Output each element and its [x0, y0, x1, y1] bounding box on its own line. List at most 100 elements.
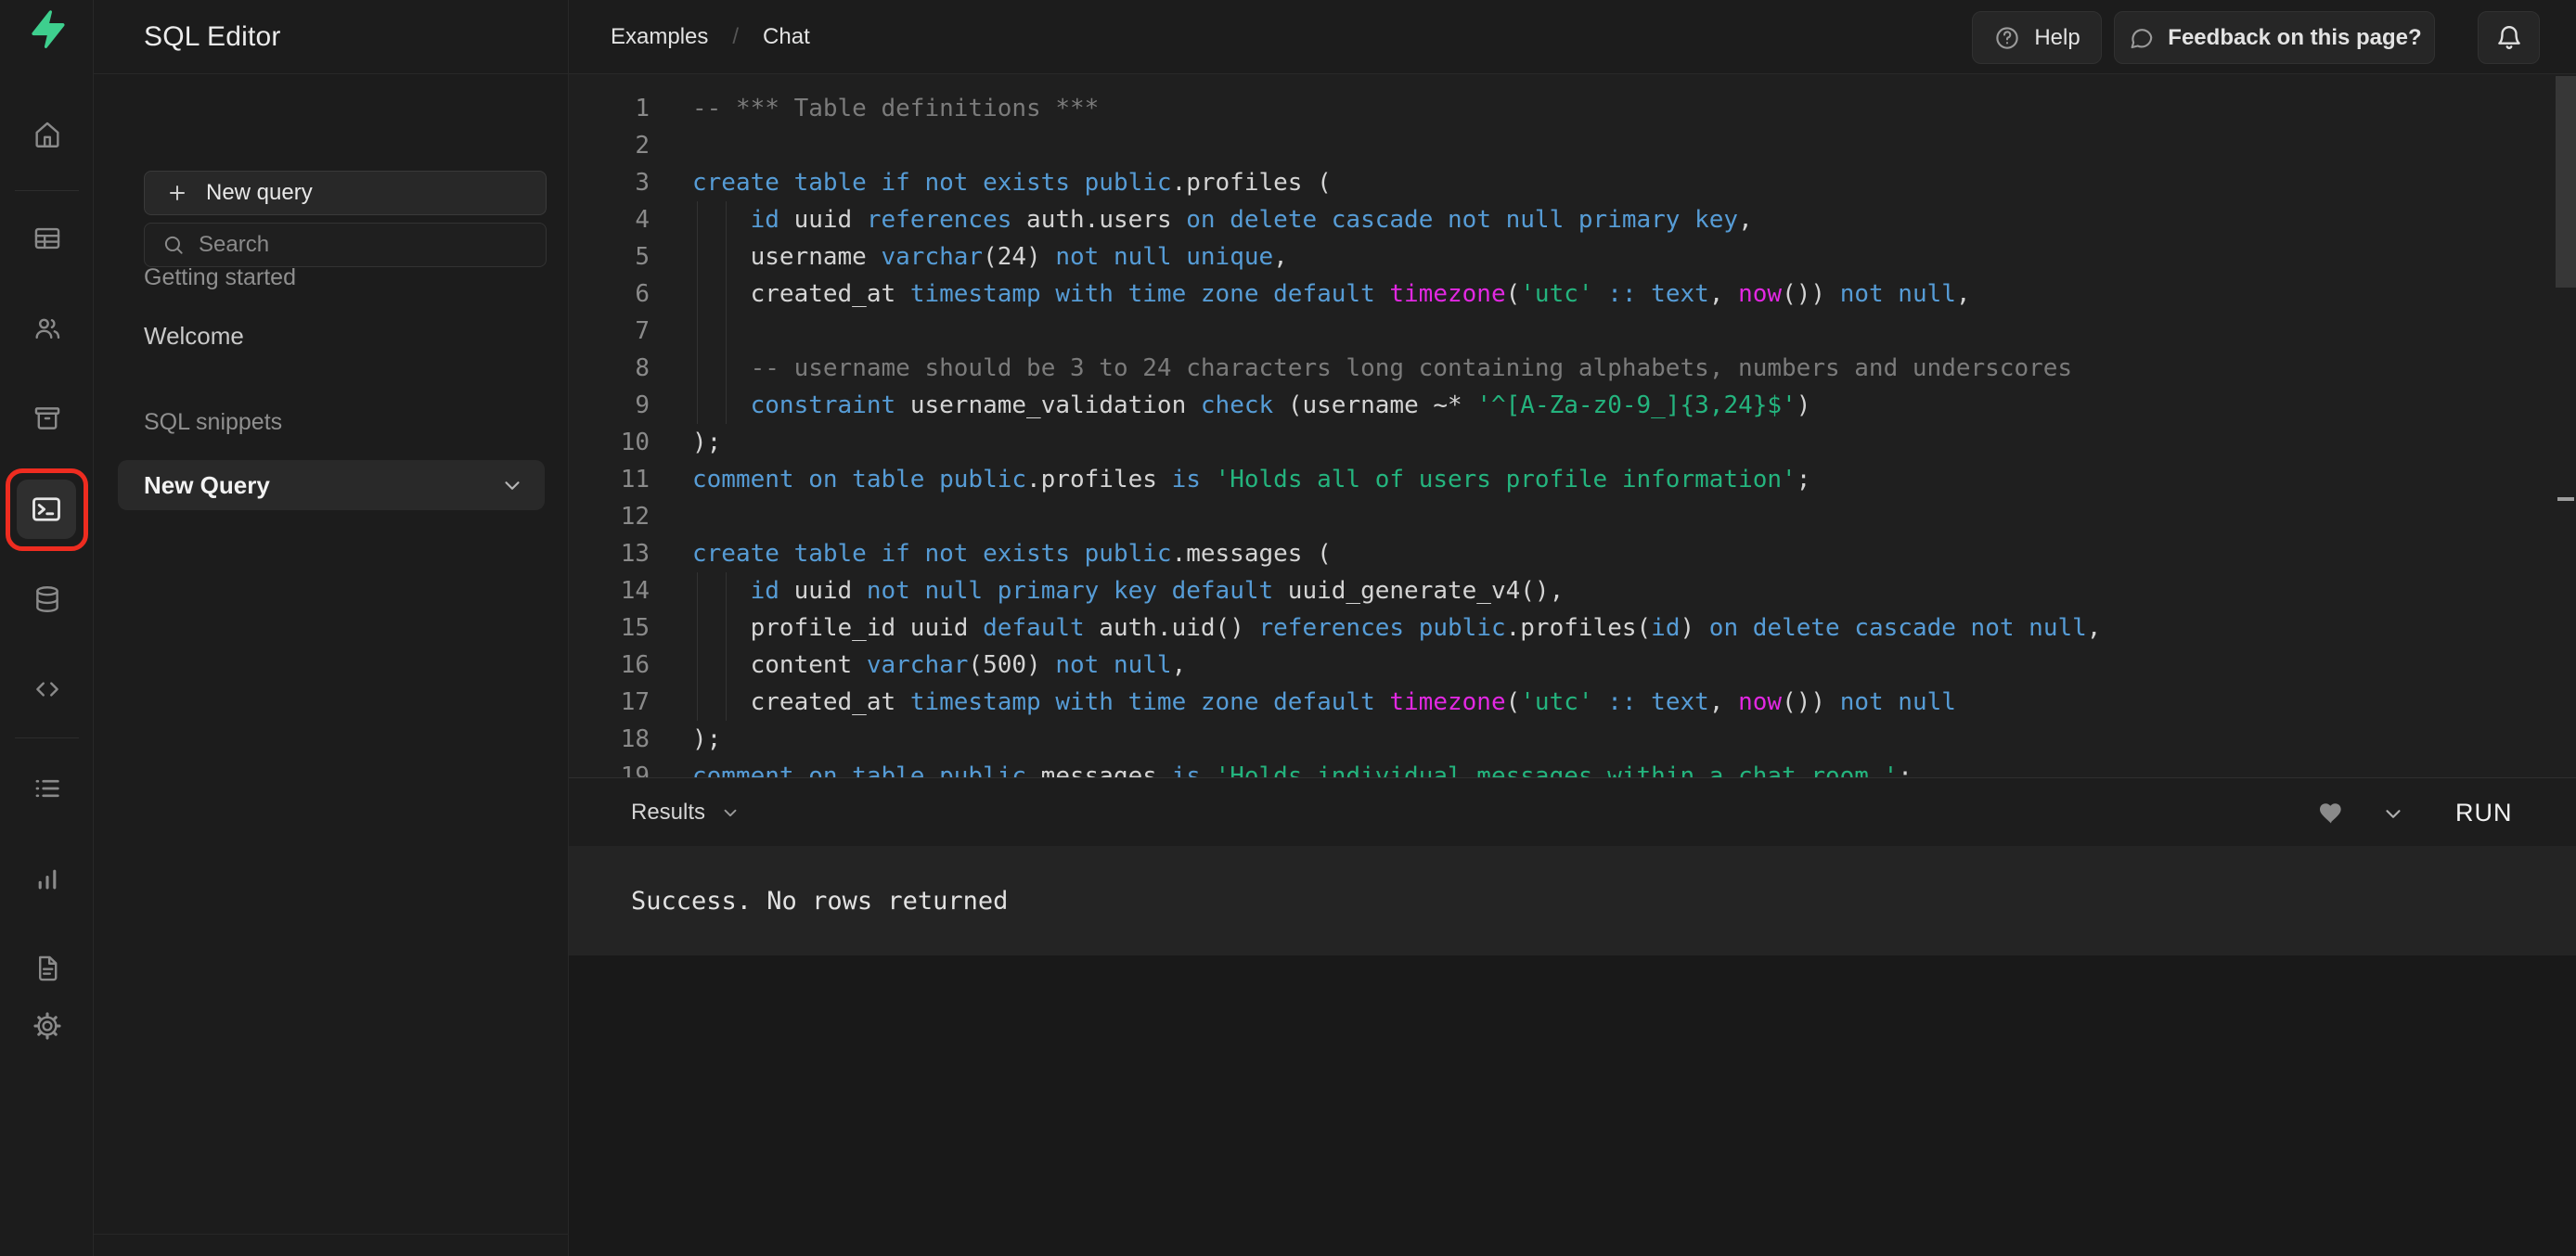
code-line: 9 constraint username_validation check (… — [569, 387, 2576, 424]
sql-editor-sidebar: SQL Editor New query Getting startedWelc… — [94, 0, 569, 1256]
indent-guide — [726, 684, 727, 721]
app-window: SQL Editor New query Getting startedWelc… — [0, 0, 2576, 1256]
indent-guide — [697, 350, 698, 387]
code-line: 3create table if not exists public.profi… — [569, 164, 2576, 201]
line-number: 8 — [569, 350, 650, 387]
chevron-down-icon — [500, 473, 524, 497]
results-tab[interactable]: Results — [631, 778, 741, 847]
line-number: 15 — [569, 609, 650, 647]
help-button[interactable]: Help — [1972, 11, 2102, 64]
main-topbar: Examples / Chat Help Feedback on this pa… — [569, 0, 2576, 74]
code-line: 10); — [569, 424, 2576, 461]
indent-guide — [697, 572, 698, 609]
results-utility-bar: Results RUN — [569, 777, 2576, 846]
code-line: 5 username varchar(24) not null unique, — [569, 238, 2576, 276]
home-icon[interactable] — [0, 119, 94, 150]
line-number: 2 — [569, 127, 650, 164]
chevron-down-icon — [2381, 801, 2405, 826]
feedback-label: Feedback on this page? — [2168, 25, 2421, 51]
code-lines: 1-- *** Table definitions ***23create ta… — [569, 74, 2576, 777]
indent-guide — [697, 201, 698, 238]
line-number: 1 — [569, 90, 650, 127]
settings-gear-icon[interactable] — [0, 1010, 94, 1042]
supabase-logo[interactable] — [0, 7, 94, 50]
database-icon[interactable] — [0, 583, 94, 615]
sidebar-item-label: Welcome — [144, 322, 244, 350]
new-query-label: New query — [206, 180, 313, 206]
heart-icon — [2316, 798, 2346, 827]
sidebar-divider — [94, 1234, 569, 1235]
line-number: 17 — [569, 684, 650, 721]
code-line: 18); — [569, 721, 2576, 758]
breadcrumb-examples[interactable]: Examples — [611, 24, 708, 50]
code-line: 7 — [569, 313, 2576, 350]
breadcrumb: Examples / Chat — [611, 0, 810, 74]
code-line: 11comment on table public.profiles is 'H… — [569, 461, 2576, 498]
code-line: 4 id uuid references auth.users on delet… — [569, 201, 2576, 238]
code-line: 6 created_at timestamp with time zone de… — [569, 276, 2576, 313]
line-number: 11 — [569, 461, 650, 498]
icon-rail — [0, 0, 94, 1256]
table-editor-icon[interactable] — [0, 223, 94, 254]
sql-editor-icon[interactable] — [17, 480, 76, 539]
storage-icon[interactable] — [0, 403, 94, 434]
docs-file-icon[interactable] — [0, 953, 94, 984]
code-line: 2 — [569, 127, 2576, 164]
line-number: 14 — [569, 572, 650, 609]
results-label: Results — [631, 800, 705, 826]
sidebar-header: SQL Editor — [94, 0, 568, 74]
code-line: 1-- *** Table definitions *** — [569, 90, 2576, 127]
indent-guide — [726, 238, 727, 276]
line-number: 7 — [569, 313, 650, 350]
code-line: 12 — [569, 498, 2576, 535]
line-number: 10 — [569, 424, 650, 461]
sidebar-sections: Getting startedWelcomeSQL snippetsNew Qu… — [118, 263, 545, 510]
auth-users-icon[interactable] — [0, 313, 94, 344]
indent-guide — [697, 387, 698, 424]
new-query-button[interactable]: New query — [144, 171, 547, 215]
search-icon — [161, 233, 186, 257]
line-number: 19 — [569, 758, 650, 777]
sidebar-item-label: New Query — [144, 460, 270, 510]
code-line: 16 content varchar(500) not null, — [569, 647, 2576, 684]
code-line: 14 id uuid not null primary key default … — [569, 572, 2576, 609]
bell-icon — [2495, 24, 2523, 52]
code-line: 17 created_at timestamp with time zone d… — [569, 684, 2576, 721]
code-line: 8 -- username should be 3 to 24 characte… — [569, 350, 2576, 387]
sidebar-item-welcome[interactable]: Welcome — [118, 321, 545, 351]
notifications-button[interactable] — [2478, 11, 2540, 64]
favorite-button[interactable] — [2316, 798, 2346, 827]
search-input[interactable] — [199, 232, 546, 258]
indent-guide — [697, 238, 698, 276]
breadcrumb-chat[interactable]: Chat — [763, 24, 810, 50]
reports-chart-icon[interactable] — [0, 863, 94, 894]
api-code-icon[interactable] — [0, 673, 94, 705]
sidebar-item-new-query[interactable]: New Query — [118, 460, 545, 510]
code-line: 19comment on table public.messages is 'H… — [569, 758, 2576, 777]
run-button[interactable]: RUN — [2455, 778, 2513, 847]
line-number: 5 — [569, 238, 650, 276]
feedback-button[interactable]: Feedback on this page? — [2114, 11, 2435, 64]
indent-guide — [726, 276, 727, 313]
indent-guide — [726, 350, 727, 387]
success-message: Success. No rows returned — [631, 887, 1008, 916]
code-line: 15 profile_id uuid default auth.uid() re… — [569, 609, 2576, 647]
plus-icon — [165, 181, 189, 205]
indent-guide — [726, 313, 727, 350]
line-number: 3 — [569, 164, 650, 201]
rail-divider — [15, 737, 79, 738]
help-label: Help — [2034, 25, 2080, 51]
help-circle-icon — [1993, 24, 2021, 52]
code-line: 13create table if not exists public.mess… — [569, 535, 2576, 572]
indent-guide — [697, 609, 698, 647]
line-number: 9 — [569, 387, 650, 424]
line-number: 13 — [569, 535, 650, 572]
page-title: SQL Editor — [144, 21, 281, 53]
indent-guide — [697, 684, 698, 721]
line-number: 4 — [569, 201, 650, 238]
run-options-button[interactable] — [2381, 801, 2405, 826]
chat-bubble-icon — [2127, 24, 2155, 52]
sql-code-editor[interactable]: 1-- *** Table definitions ***23create ta… — [569, 74, 2576, 777]
editor-scrollbar-thumb[interactable] — [2556, 76, 2576, 288]
logs-list-icon[interactable] — [0, 773, 94, 804]
